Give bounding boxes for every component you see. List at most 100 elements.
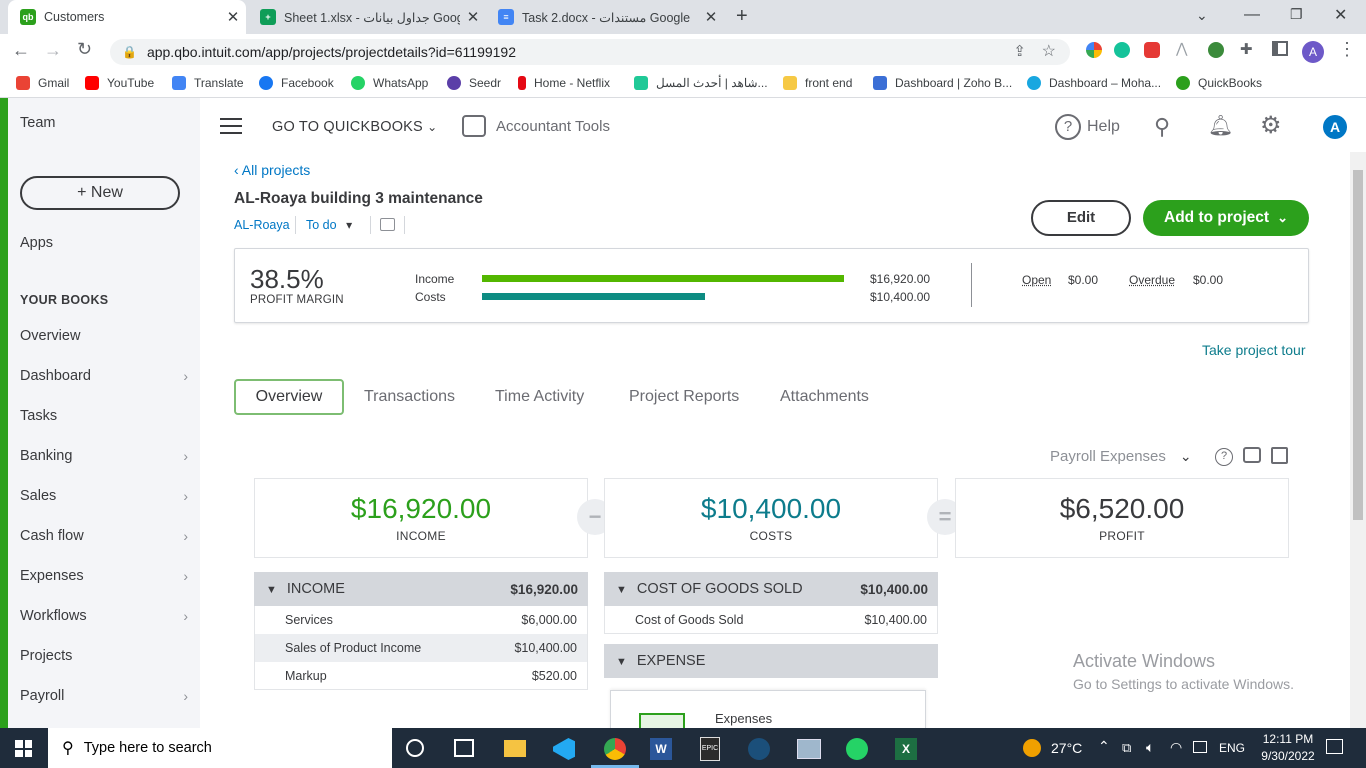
bookmark-shahid[interactable]: شاهد | أحدث المسل... <box>634 76 768 90</box>
scrollbar[interactable] <box>1350 152 1366 728</box>
clock-date[interactable]: 9/30/2022 <box>1255 749 1321 763</box>
weather-icon[interactable] <box>1023 739 1041 757</box>
bookmark-gmail[interactable]: Gmail <box>16 76 69 90</box>
adblock-icon[interactable] <box>1144 42 1160 58</box>
sidebar-item-workflows[interactable]: Workflows › <box>20 608 188 624</box>
clock-time[interactable]: 12:11 PM <box>1257 732 1319 746</box>
browser-tab-customers[interactable]: qb Customers ✕ <box>8 0 246 34</box>
sidebar-item-banking[interactable]: Banking › <box>20 448 188 464</box>
gear-icon[interactable]: ⚙ <box>1260 111 1282 140</box>
tab-transactions[interactable]: Transactions <box>346 379 473 415</box>
forward-icon[interactable]: → <box>44 40 62 61</box>
sidepanel-icon[interactable] <box>1272 41 1288 56</box>
report-filter-dropdown[interactable]: Payroll Expenses ⌄ <box>1050 448 1192 465</box>
bookmark-whatsapp[interactable]: WhatsApp <box>351 76 428 90</box>
income-section-header[interactable]: ▼ INCOME $16,920.00 <box>254 572 588 606</box>
reload-icon[interactable]: ↻ <box>77 39 92 60</box>
sidebar-item-payroll[interactable]: Payroll › <box>20 688 188 704</box>
bookmark-dashboard[interactable]: Dashboard – Moha... <box>1027 76 1161 90</box>
table-row[interactable]: Cost of Goods Sold $10,400.00 <box>604 606 938 634</box>
close-icon[interactable]: ✕ <box>460 8 486 26</box>
bookmark-translate[interactable]: Translate <box>172 76 244 90</box>
new-tab-button[interactable]: + <box>736 5 748 28</box>
table-row[interactable]: Sales of Product Income $10,400.00 <box>254 634 588 662</box>
menu-icon[interactable]: ⋮ <box>1338 39 1356 60</box>
info-icon[interactable]: ? <box>1215 448 1233 466</box>
epic-games-icon[interactable]: EPIC <box>700 737 720 761</box>
windows-start-icon[interactable] <box>15 740 32 757</box>
goto-quickbooks-menu[interactable]: GO TO QUICKBOOKS ⌄ <box>272 119 437 135</box>
edit-button[interactable]: Edit <box>1031 200 1131 236</box>
bookmark-seedr[interactable]: Seedr <box>447 76 501 90</box>
cogs-section-header[interactable]: ▼ COST OF GOODS SOLD $10,400.00 <box>604 572 938 606</box>
bookmark-quickbooks[interactable]: QuickBooks <box>1176 76 1262 90</box>
export-icon[interactable] <box>1271 447 1288 464</box>
help-link[interactable]: Help <box>1087 118 1120 136</box>
restore-icon[interactable]: ❐ <box>1290 6 1303 23</box>
bookmark-youtube[interactable]: YouTube <box>85 76 154 90</box>
taskbar-search-box[interactable]: ⚲ Type here to search <box>48 728 392 768</box>
status-dropdown[interactable]: To do ▾ <box>306 218 352 232</box>
chevron-down-icon[interactable]: ⌄ <box>1196 7 1208 24</box>
sidebar-item-cash-flow[interactable]: Cash flow › <box>20 528 188 544</box>
close-icon[interactable]: ✕ <box>220 8 246 26</box>
photos-icon[interactable] <box>797 739 821 759</box>
word-icon[interactable]: W <box>650 738 672 760</box>
browser-tab-sheets[interactable]: + Sheet 1.xlsx - جداول بيانات Google ✕ <box>248 0 486 34</box>
sidebar-item-overview[interactable]: Overview <box>20 328 188 344</box>
hamburger-menu-icon[interactable] <box>220 118 242 134</box>
star-icon[interactable]: ☆ <box>1042 41 1056 61</box>
tab-project-reports[interactable]: Project Reports <box>611 379 757 415</box>
cortana-icon[interactable] <box>406 739 424 757</box>
sidebar-item-projects[interactable]: Projects <box>20 648 188 664</box>
file-explorer-icon[interactable] <box>504 740 526 757</box>
browser-tab-docs[interactable]: ≡ Task 2.docx - مستندات Google ✕ <box>486 0 724 34</box>
volume-icon[interactable]: 🔈︎ <box>1146 739 1154 756</box>
search-icon[interactable]: ⚲ <box>1154 114 1170 140</box>
chevron-up-icon[interactable]: ⌃ <box>1098 738 1110 755</box>
user-avatar[interactable]: A <box>1323 115 1347 139</box>
all-projects-link[interactable]: ‹ All projects <box>234 162 310 178</box>
network-icon[interactable]: ⧉ <box>1122 740 1131 756</box>
open-link[interactable]: Open <box>1022 273 1051 287</box>
grammarly-icon[interactable] <box>1114 42 1130 58</box>
steam-icon[interactable] <box>748 738 770 760</box>
close-icon[interactable]: ✕ <box>698 8 724 26</box>
language-indicator[interactable]: ENG <box>1219 741 1245 755</box>
notifications-icon[interactable] <box>1326 739 1343 754</box>
notes-icon[interactable] <box>380 218 395 231</box>
scrollbar-thumb[interactable] <box>1353 170 1363 520</box>
whatsapp-icon[interactable] <box>846 738 868 760</box>
tab-time-activity[interactable]: Time Activity <box>477 379 602 415</box>
sidebar-item-sales[interactable]: Sales › <box>20 488 188 504</box>
sidebar-item-expenses[interactable]: Expenses › <box>20 568 188 584</box>
bookmark-netflix[interactable]: Home - Netflix <box>518 76 610 90</box>
table-row[interactable]: Markup $520.00 <box>254 662 588 690</box>
sidebar-item-team[interactable]: Team <box>20 115 188 131</box>
share-icon[interactable]: ⇪ <box>1013 42 1026 60</box>
bookmark-zoho[interactable]: Dashboard | Zoho B... <box>873 76 1012 90</box>
back-icon[interactable]: ← <box>12 40 30 61</box>
table-row[interactable]: Services $6,000.00 <box>254 606 588 634</box>
project-tour-link[interactable]: Take project tour <box>1202 342 1306 358</box>
battery-icon[interactable] <box>1193 741 1207 753</box>
extension-icon[interactable] <box>1086 42 1102 58</box>
profile-avatar[interactable]: A <box>1302 41 1324 63</box>
customer-link[interactable]: AL-Roaya <box>234 218 290 232</box>
sidebar-item-apps[interactable]: Apps <box>20 235 188 251</box>
vscode-icon[interactable] <box>553 738 575 760</box>
minimize-icon[interactable]: — <box>1244 6 1260 24</box>
extension-icon[interactable]: ⋀ <box>1176 40 1187 57</box>
puzzle-icon[interactable]: ✚ <box>1240 40 1253 58</box>
new-button[interactable]: + New <box>20 176 180 210</box>
task-view-icon[interactable] <box>454 739 474 757</box>
address-bar[interactable]: 🔒 app.qbo.intuit.com/app/projects/projec… <box>110 39 1070 65</box>
expense-section-header[interactable]: ▼ EXPENSE <box>604 644 938 678</box>
window-close-icon[interactable]: ✕ <box>1334 5 1347 25</box>
print-icon[interactable] <box>1243 447 1261 463</box>
add-to-project-button[interactable]: Add to project ⌄ <box>1143 200 1309 236</box>
sidebar-item-dashboard[interactable]: Dashboard › <box>20 368 188 384</box>
accountant-tools-link[interactable]: Accountant Tools <box>496 118 610 135</box>
vpn-icon[interactable] <box>1208 42 1224 58</box>
bookmark-facebook[interactable]: Facebook <box>259 76 334 90</box>
